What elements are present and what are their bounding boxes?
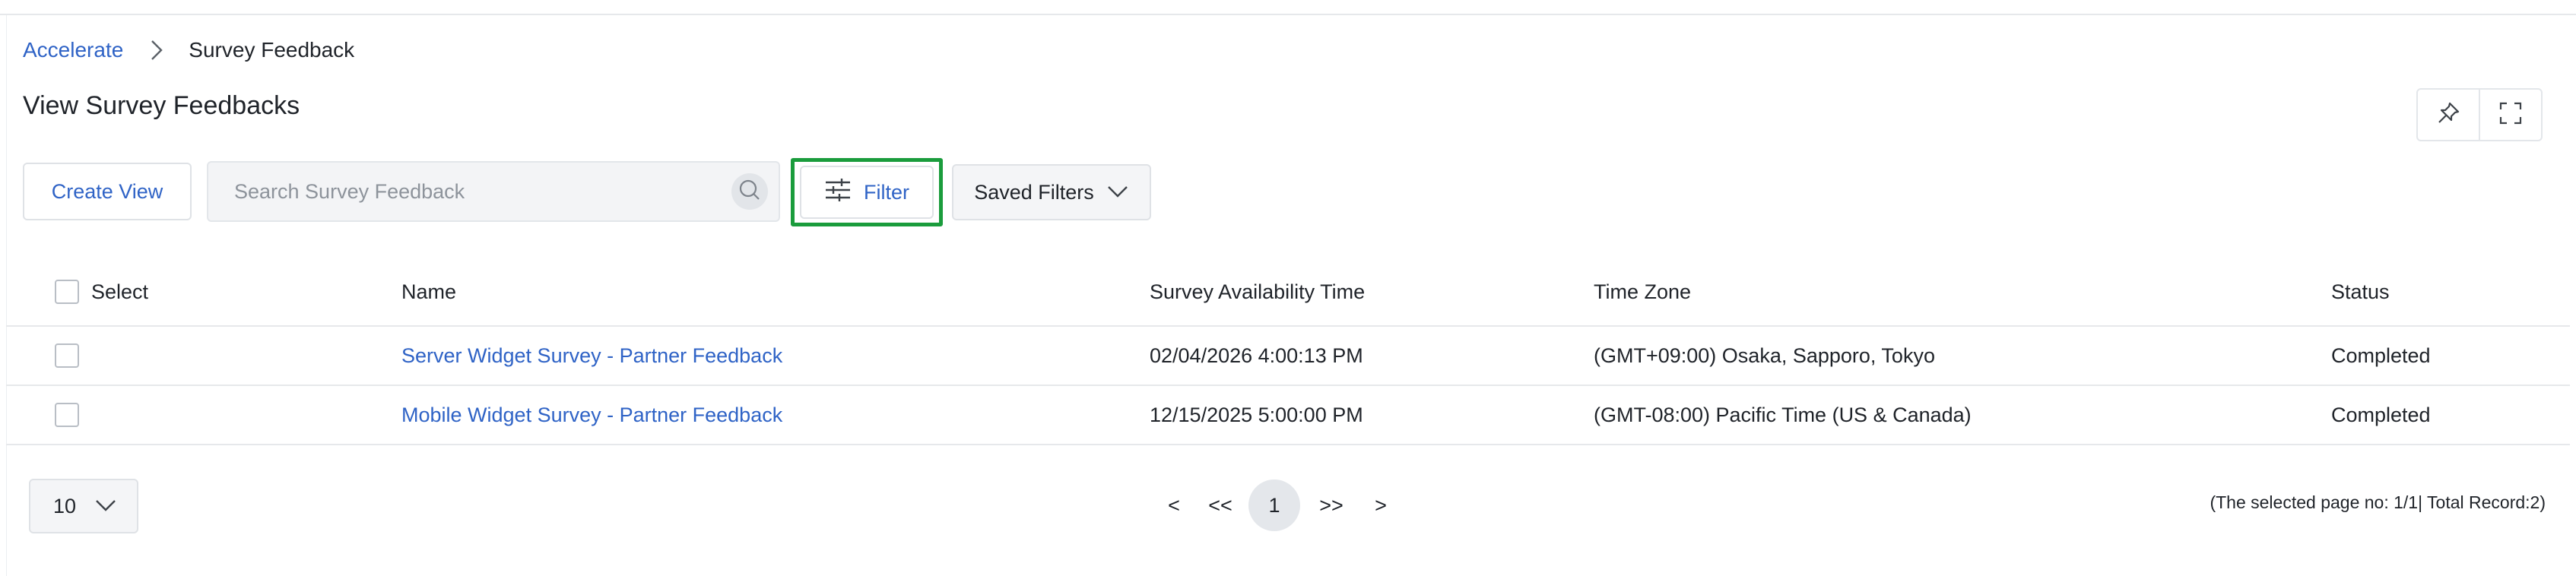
- create-view-button[interactable]: Create View: [23, 163, 192, 220]
- row-status: Completed: [2331, 403, 2431, 426]
- row-timezone: (GMT+09:00) Osaka, Sapporo, Tokyo: [1594, 343, 1935, 367]
- filter-button[interactable]: Filter: [800, 166, 934, 219]
- header-name[interactable]: Name: [401, 258, 456, 325]
- row-checkbox[interactable]: [55, 403, 79, 427]
- row-status: Completed: [2331, 343, 2431, 367]
- filter-label: Filter: [864, 180, 909, 204]
- page-size-select[interactable]: 10: [29, 479, 138, 533]
- row-select: [55, 386, 91, 444]
- fullscreen-button[interactable]: [2479, 90, 2541, 140]
- page-title: View Survey Feedbacks: [23, 91, 300, 120]
- survey-feedback-table: Select Name Survey Availability Time Tim…: [6, 258, 2570, 445]
- row-name-link[interactable]: Mobile Widget Survey - Partner Feedback: [401, 386, 782, 444]
- row-timezone: (GMT-08:00) Pacific Time (US & Canada): [1594, 403, 1972, 426]
- header-availability[interactable]: Survey Availability Time: [1150, 258, 1365, 325]
- sliders-icon: [824, 178, 864, 207]
- current-page-button[interactable]: 1: [1248, 479, 1300, 531]
- search-icon: [738, 179, 761, 205]
- last-page-button[interactable]: >>: [1303, 479, 1359, 532]
- row-checkbox[interactable]: [55, 343, 79, 368]
- first-page-button[interactable]: <<: [1195, 479, 1245, 532]
- fullscreen-icon: [2498, 101, 2523, 129]
- record-info: (The selected page no: 1/1| Total Record…: [2210, 492, 2546, 512]
- search-button[interactable]: [731, 173, 768, 210]
- pagination: < << 1 >> >: [1153, 479, 1402, 532]
- next-page-button[interactable]: >: [1359, 479, 1402, 532]
- top-bar: [0, 0, 2576, 15]
- table-header-row: Select Name Survey Availability Time Tim…: [6, 258, 2570, 327]
- header-select-label: Select: [91, 280, 149, 303]
- pin-button[interactable]: [2418, 90, 2479, 140]
- breadcrumb: Accelerate Survey Feedback: [23, 35, 354, 65]
- row-name-link[interactable]: Server Widget Survey - Partner Feedback: [401, 327, 782, 385]
- header-timezone[interactable]: Time Zone: [1594, 258, 1691, 325]
- select-all-checkbox[interactable]: [55, 280, 79, 304]
- chevron-right-icon: [141, 35, 172, 65]
- breadcrumb-root-link[interactable]: Accelerate: [23, 38, 123, 62]
- table-row: Server Widget Survey - Partner Feedback …: [6, 327, 2570, 386]
- search-input[interactable]: [233, 179, 731, 204]
- saved-filters-dropdown[interactable]: Saved Filters: [952, 164, 1151, 220]
- row-select: [55, 327, 91, 385]
- page-size-value: 10: [53, 494, 77, 517]
- prev-page-button[interactable]: <: [1153, 479, 1195, 532]
- breadcrumb-current: Survey Feedback: [189, 38, 355, 62]
- header-status[interactable]: Status: [2331, 258, 2390, 325]
- pin-icon: [2435, 100, 2461, 130]
- chevron-down-icon: [76, 495, 117, 518]
- saved-filters-label: Saved Filters: [974, 180, 1094, 204]
- row-availability: 12/15/2025 5:00:00 PM: [1150, 403, 1363, 426]
- search-box: [207, 161, 780, 222]
- chevron-down-icon: [1094, 181, 1129, 204]
- row-availability: 02/04/2026 4:00:13 PM: [1150, 343, 1363, 367]
- header-select: Select: [55, 258, 148, 325]
- table-row: Mobile Widget Survey - Partner Feedback …: [6, 386, 2570, 445]
- view-controls: [2416, 88, 2543, 141]
